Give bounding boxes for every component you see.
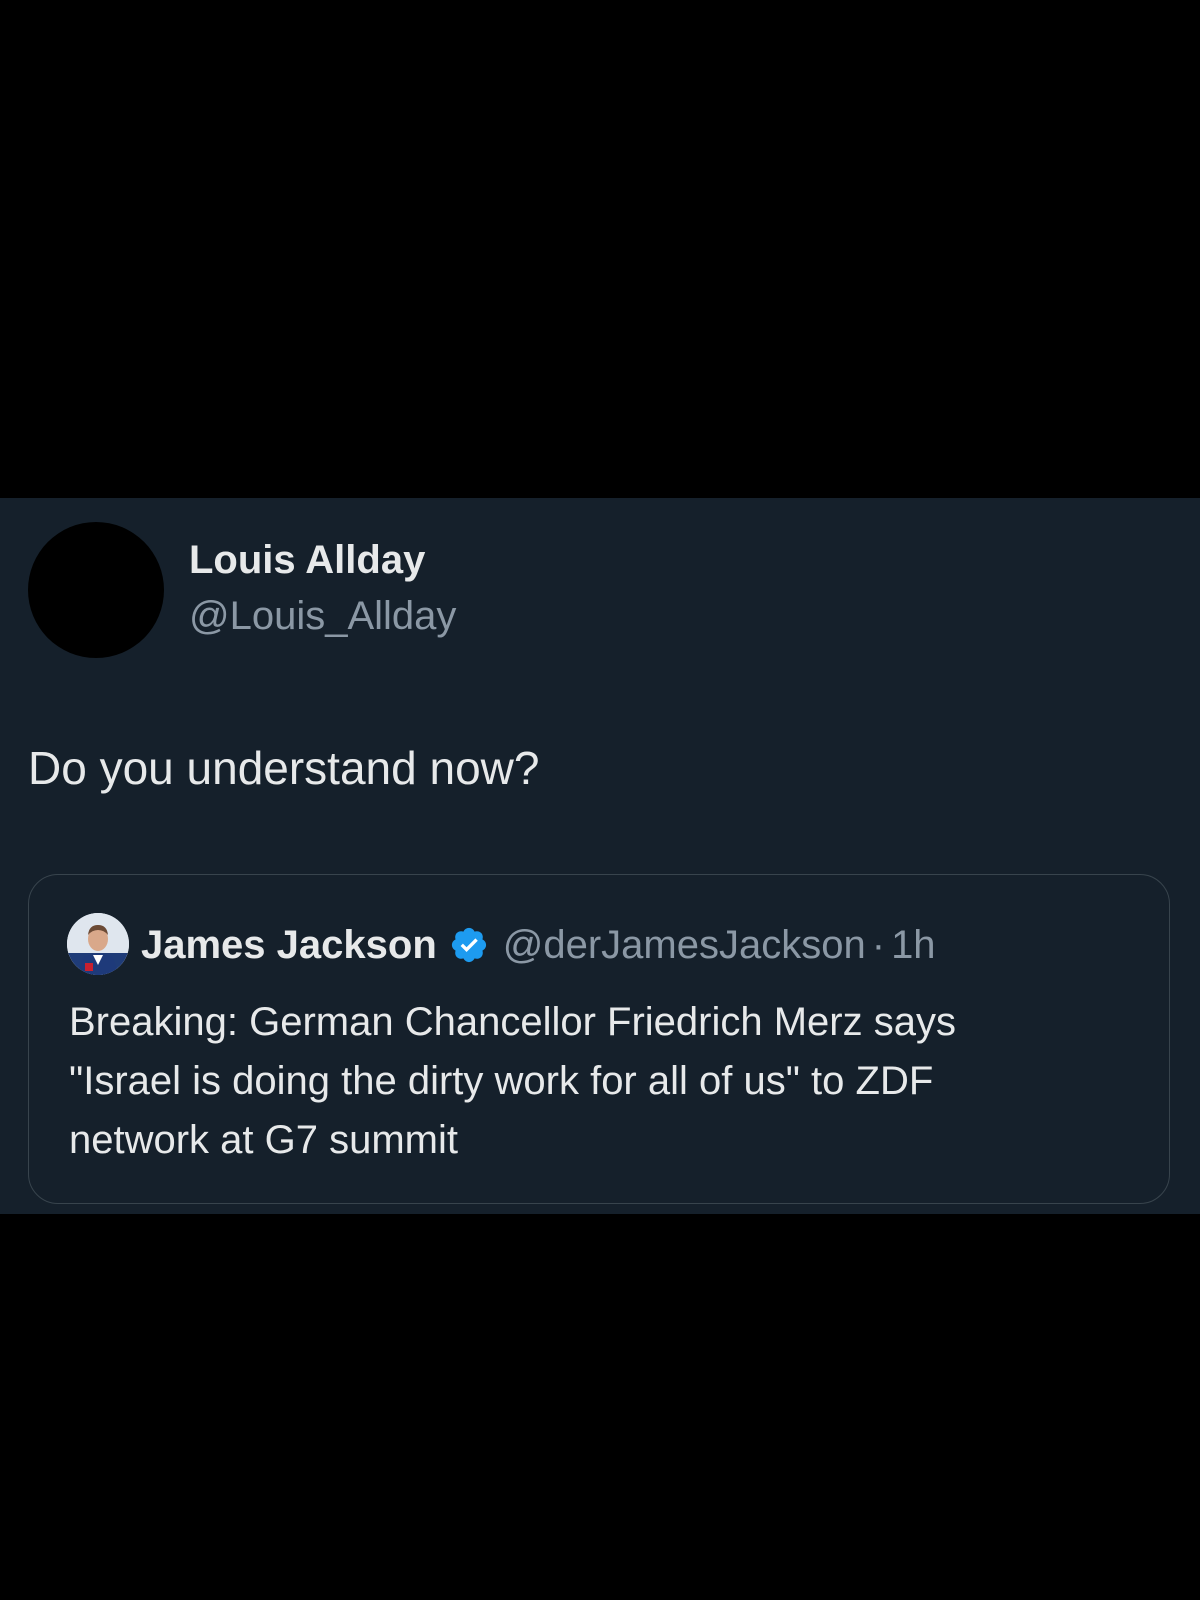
tweet-card[interactable]: Louis Allday @Louis_Allday Do you unders… — [0, 498, 1200, 1214]
person-portrait-icon — [67, 913, 129, 975]
quoted-tweet-time[interactable]: 1h — [891, 923, 936, 968]
quoted-author-name[interactable]: James Jackson — [141, 923, 437, 968]
tweet-text: Do you understand now? — [28, 742, 540, 794]
quoted-tweet-header: James Jackson @derJamesJackson · 1h — [141, 919, 936, 971]
author-handle[interactable]: @Louis_Allday — [189, 594, 456, 639]
quoted-tweet-card[interactable]: James Jackson @derJamesJackson · 1h Brea… — [28, 874, 1170, 1204]
header-separator: · — [871, 922, 886, 967]
quoted-tweet-text-line: Breaking: German Chancellor Friedrich Me… — [69, 1000, 956, 1044]
quoted-author-handle[interactable]: @derJamesJackson — [503, 923, 866, 968]
verified-badge-icon — [449, 925, 489, 965]
quoted-tweet-text-line: "Israel is doing the dirty work for all … — [69, 1059, 934, 1103]
screenshot-page: Louis Allday @Louis_Allday Do you unders… — [0, 0, 1200, 1600]
quoted-tweet-text: Breaking: German Chancellor Friedrich Me… — [69, 993, 1129, 1170]
quoted-tweet-text-line: network at G7 summit — [69, 1118, 459, 1162]
author-avatar[interactable] — [28, 522, 164, 658]
author-name[interactable]: Louis Allday — [189, 538, 425, 583]
quoted-author-avatar[interactable] — [67, 913, 129, 975]
